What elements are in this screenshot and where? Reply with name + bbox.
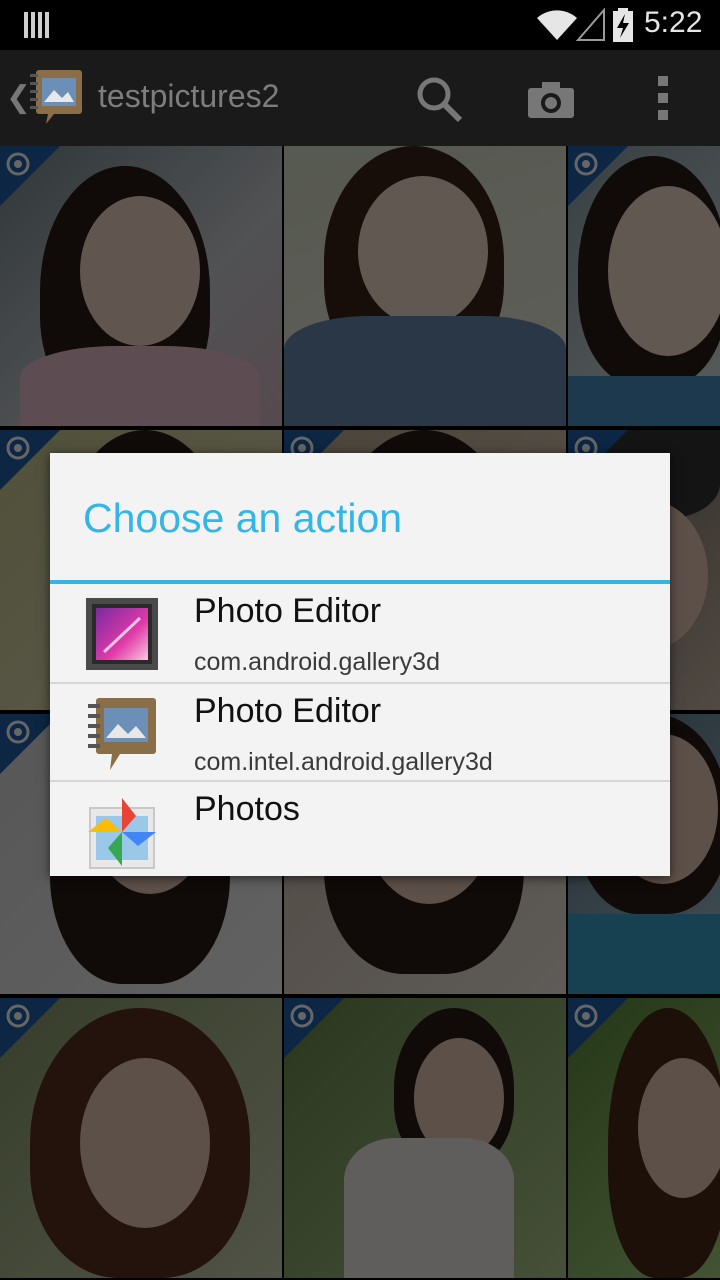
battery-charging-icon [613,8,633,42]
option-photos[interactable]: Photos [50,782,670,880]
gallery-icon [86,598,158,670]
action-bar: ❮ testpictures2 [0,50,720,146]
status-bar: 5:22 [0,0,720,50]
overflow-menu-icon[interactable] [656,76,670,122]
page-title: testpictures2 [98,78,280,114]
search-icon[interactable] [414,74,464,124]
wifi-icon [537,10,577,40]
google-photos-icon [88,798,156,869]
option-package: com.intel.android.gallery3d [194,748,493,776]
option-package: com.android.gallery3d [194,648,440,676]
notification-bars-icon [24,12,49,38]
option-photo-editor-android[interactable]: Photo Editor com.android.gallery3d [50,584,670,682]
status-clock: 5:22 [644,6,703,39]
signal-icon [576,8,605,41]
option-label: Photos [194,790,300,828]
option-label: Photo Editor [194,592,382,630]
app-logo-icon[interactable] [28,68,84,126]
intel-gallery-icon [88,698,156,770]
dialog-title: Choose an action [83,495,403,541]
option-label: Photo Editor [194,692,382,730]
choose-action-dialog: Choose an action Photo Editor com.androi… [50,453,670,876]
option-photo-editor-intel[interactable]: Photo Editor com.intel.android.gallery3d [50,684,670,782]
camera-icon[interactable] [526,80,576,120]
